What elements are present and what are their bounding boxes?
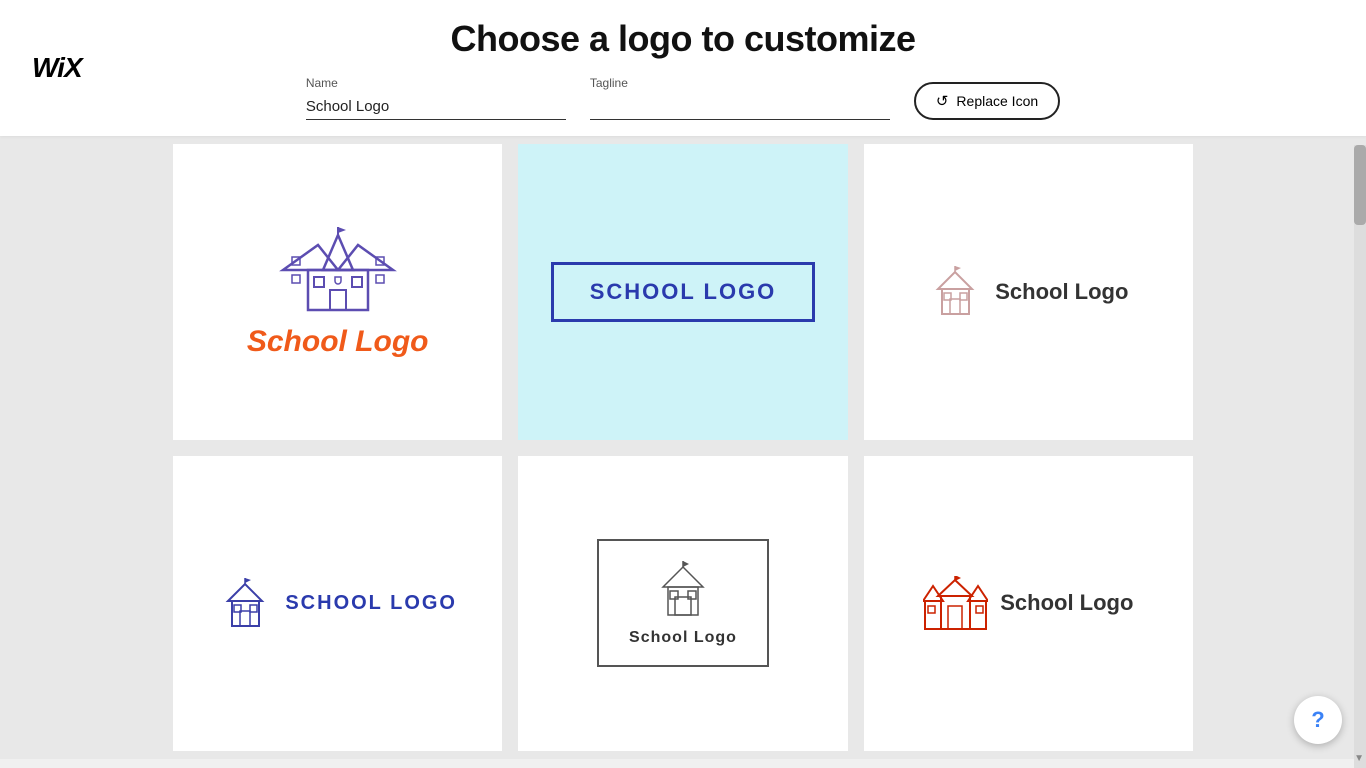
controls-row: Name Tagline ↺ Replace Icon [306, 76, 1060, 120]
logo-row-2: School Logo School Logo [165, 448, 1201, 760]
logo-card-2[interactable]: School Logo [518, 144, 847, 440]
card3-text: School Logo [995, 279, 1128, 305]
school-building-icon-6 [923, 576, 988, 631]
logo-card-5[interactable]: School Logo [518, 456, 847, 752]
help-button[interactable]: ? [1294, 696, 1342, 744]
logo-card-3[interactable]: School Logo [864, 144, 1193, 440]
school-building-icon-3 [928, 264, 983, 319]
card2-text: School Logo [590, 279, 777, 304]
name-input[interactable] [306, 94, 566, 120]
tagline-label: Tagline [590, 76, 890, 90]
card1-content: School Logo [247, 225, 429, 359]
page-title: Choose a logo to customize [450, 18, 915, 60]
tagline-field-group: Tagline [590, 76, 890, 120]
school-building-icon-5 [648, 559, 718, 619]
scrollbar-thumb[interactable] [1354, 145, 1366, 225]
card6-content: School Logo [923, 576, 1133, 631]
name-field-group: Name [306, 76, 566, 120]
card2-content: School Logo [551, 262, 816, 322]
card6-text: School Logo [1000, 590, 1133, 616]
replace-icon: ↺ [936, 92, 949, 110]
replace-icon-button[interactable]: ↺ Replace Icon [914, 82, 1060, 120]
scrollbar-track [1354, 145, 1366, 768]
card5-text: School Logo [629, 629, 737, 647]
header: WiX Choose a logo to customize Name Tagl… [0, 0, 1366, 136]
school-building-icon-4 [218, 576, 273, 631]
logo-card-6[interactable]: School Logo [864, 456, 1193, 752]
wix-logo: WiX [32, 52, 82, 84]
card4-text: School Logo [285, 592, 457, 615]
replace-icon-label: Replace Icon [956, 93, 1038, 109]
logo-card-4[interactable]: School Logo [173, 456, 502, 752]
help-icon: ? [1311, 707, 1324, 733]
card4-content: School Logo [218, 576, 457, 631]
name-label: Name [306, 76, 566, 90]
logo-card-1[interactable]: School Logo [173, 144, 502, 440]
card5-content: School Logo [597, 539, 769, 667]
card3-content: School Logo [928, 264, 1128, 319]
scroll-chevron-down-icon: ▼ [1354, 753, 1364, 764]
logo-row-1: School Logo School Logo [165, 136, 1201, 448]
logo-grid: School Logo School Logo [0, 136, 1366, 759]
school-building-icon-1 [278, 225, 398, 315]
tagline-input[interactable] [590, 94, 890, 120]
card1-text: School Logo [247, 325, 429, 359]
